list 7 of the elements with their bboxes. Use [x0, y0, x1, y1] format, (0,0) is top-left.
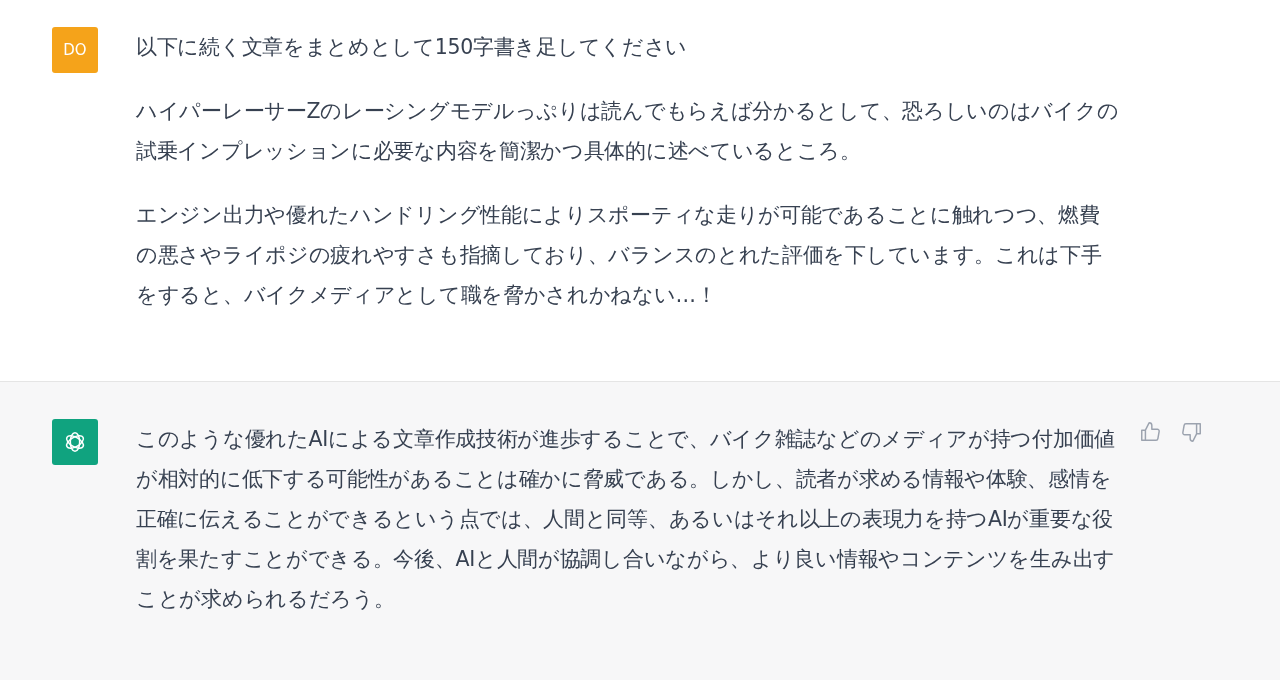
message-text: 以下に続く文章をまとめとして150字書き足してください — [136, 34, 689, 61]
message-text: このような優れたAIによる文章作成技術が進歩することで、バイク雑誌などのメディアが持つ付加価値が相対的に低下する可能性があることは確かに脅威である。しかし、読者が求める情報や体験、感情を正確に伝えることができるという点では、人間と同等、あるいはそれ以上の表現力を持つAIが重要な役割を果たすことができる。今後、AIと人間が協調し合いながら、より良い情報やコンテンツを生み出すことが求められるだろう。 — [136, 426, 1116, 613]
user-avatar: DO — [52, 27, 98, 73]
message-text: ハイパーレーサーZのレーシングモデルっぷりは読んでもらえば分かるとして、恐ろしいのはバイクの試乗インプレッションに必要な内容を簡潔かつ具体的に述べているところ。 — [136, 98, 1120, 165]
thumbs-down-icon[interactable] — [1181, 421, 1203, 443]
thumbs-up-icon[interactable] — [1139, 421, 1161, 443]
message-text: エンジン出力や優れたハンドリング性能によりスポーティな走りが可能であることに触れつつ、燃費の悪さやライポジの疲れやすさも指摘しており、バランスのとれた評価を下しています。これは下手をすると、バイクメディアとして職を脅かされかねない…！ — [136, 202, 1103, 309]
